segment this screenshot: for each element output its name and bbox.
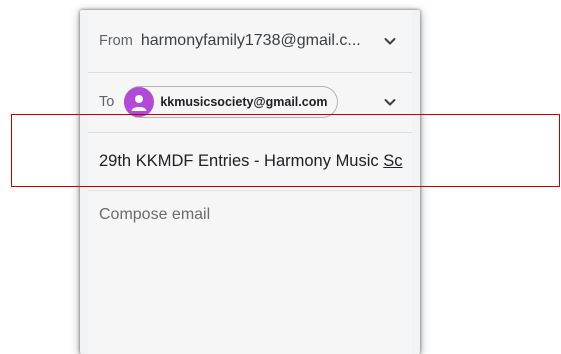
recipient-chip[interactable]: kkmusicsociety@gmail.com xyxy=(124,86,339,118)
from-account[interactable]: harmonyfamily1738@gmail.c... xyxy=(141,32,361,50)
compose-window: From harmonyfamily1738@gmail.c... To kkm… xyxy=(80,10,420,354)
chevron-down-icon[interactable] xyxy=(382,94,398,110)
subject-field[interactable]: 29th KKMDF Entries - Harmony Music Sc xyxy=(88,132,412,191)
subject-cursor-word: Sc xyxy=(383,151,403,170)
person-icon xyxy=(131,95,147,111)
compose-form: From harmonyfamily1738@gmail.c... To kkm… xyxy=(88,10,412,354)
to-label: To xyxy=(99,94,115,110)
recipient-email: kkmusicsociety@gmail.com xyxy=(160,95,328,109)
from-label: From xyxy=(99,33,133,49)
chevron-down-icon[interactable] xyxy=(382,33,398,49)
subject-main: 29th KKMDF Entries - Harmony Music xyxy=(99,151,384,170)
to-row[interactable]: To kkmusicsociety@gmail.com xyxy=(88,72,412,133)
avatar xyxy=(124,87,155,117)
compose-body[interactable]: Compose email xyxy=(99,206,210,224)
subject-text[interactable]: 29th KKMDF Entries - Harmony Music Sc xyxy=(99,152,403,171)
from-row[interactable]: From harmonyfamily1738@gmail.c... xyxy=(88,10,412,73)
